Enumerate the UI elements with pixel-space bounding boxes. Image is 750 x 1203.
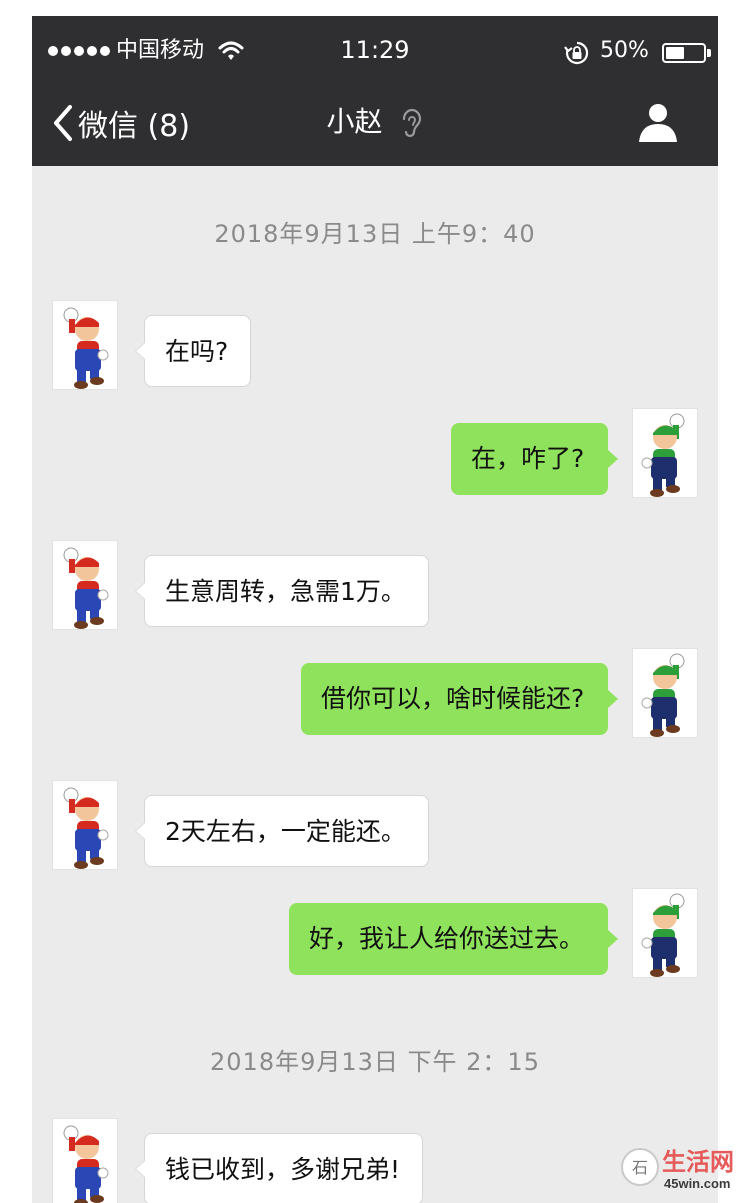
user-avatar-icon [633, 409, 697, 497]
incoming-message-bubble[interactable]: 2天左右，一定能还。 [135, 795, 429, 867]
watermark-text: 45win.com [664, 1176, 731, 1191]
user-avatar[interactable] [632, 408, 698, 498]
chat-timestamp: 2018年9月13日 下午 2：15 [210, 1048, 540, 1076]
chat-title-row: 小赵 [32, 102, 718, 142]
incoming-message-bubble[interactable]: 在吗? [135, 315, 251, 387]
incoming-message-bubble[interactable]: 钱已收到，多谢兄弟! [135, 1133, 423, 1203]
contact-avatar-icon [53, 1119, 117, 1203]
status-bar: 中国移动 11:29 50% [32, 16, 718, 88]
contact-avatar[interactable] [52, 780, 118, 870]
svg-text:生活网: 生活网 [662, 1148, 734, 1176]
contact-avatar-icon [53, 301, 117, 389]
outgoing-message-bubble[interactable]: 借你可以，啥时候能还? [301, 663, 618, 735]
contact-avatar[interactable] [52, 540, 118, 630]
user-avatar[interactable] [632, 888, 698, 978]
user-avatar[interactable] [632, 648, 698, 738]
chat-timestamp: 2018年9月13日 上午9：40 [214, 220, 536, 248]
chat-title: 小赵 [326, 105, 383, 138]
contact-avatar[interactable] [52, 300, 118, 390]
svg-text:石: 石 [632, 1158, 648, 1177]
profile-button[interactable] [636, 100, 680, 144]
phone-screen: 中国移动 11:29 50% 微信 (8) 小赵 2018年9月13日 上午9：… [32, 16, 718, 1203]
outgoing-message-bubble[interactable]: 好，我让人给你送过去。 [289, 903, 618, 975]
nav-bar: 微信 (8) 小赵 [32, 88, 718, 166]
outgoing-message-bubble[interactable]: 在，咋了? [451, 423, 618, 495]
user-avatar-icon [633, 649, 697, 737]
battery-icon [662, 43, 706, 63]
user-avatar-icon [633, 889, 697, 977]
rotation-lock-icon [564, 41, 589, 65]
contact-avatar-icon [53, 541, 117, 629]
battery-nub [707, 49, 711, 57]
incoming-message-bubble[interactable]: 生意周转，急需1万。 [135, 555, 429, 627]
person-icon [649, 104, 667, 122]
contact-avatar-icon [53, 781, 117, 869]
battery-percent: 50% [600, 38, 649, 63]
ear-icon [403, 108, 422, 138]
contact-avatar[interactable] [52, 1118, 118, 1203]
battery-level [666, 47, 684, 59]
